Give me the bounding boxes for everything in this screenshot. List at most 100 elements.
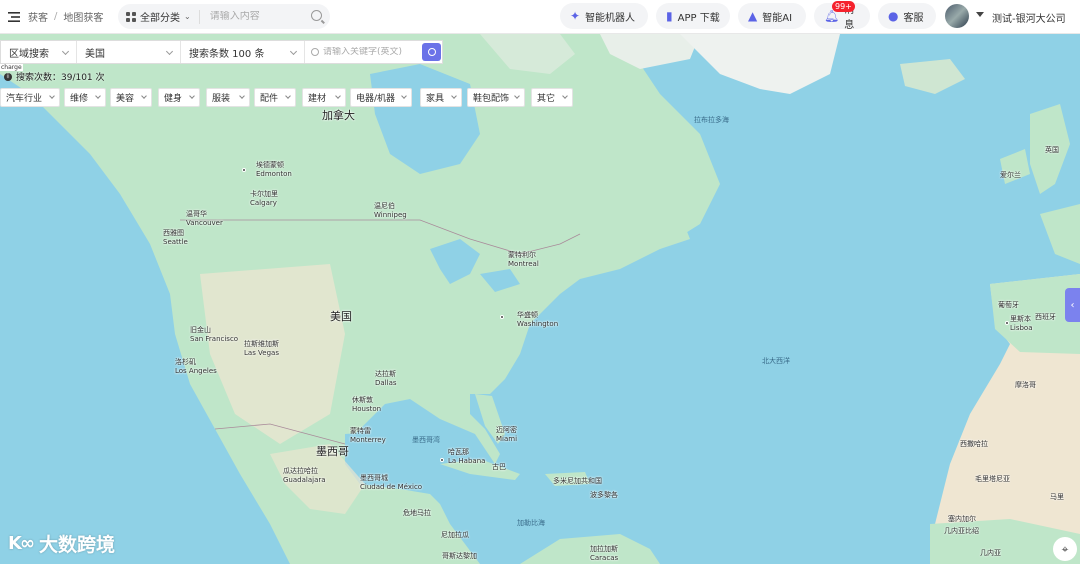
- city-marker[interactable]: [440, 458, 444, 462]
- map-label-country: 马里: [1050, 493, 1064, 501]
- brand-watermark-text: 大数跨境: [38, 534, 115, 556]
- global-search-input[interactable]: [199, 11, 310, 22]
- map-label-city: 洛杉矶 Los Angeles: [175, 358, 217, 375]
- map-label-city: 哈瓦那 La Habana: [448, 448, 486, 465]
- filter-chip[interactable]: 家具: [420, 88, 462, 107]
- search-icon[interactable]: [311, 10, 322, 21]
- filter-chip-label: 服装: [212, 94, 231, 104]
- filter-chip[interactable]: 配件: [254, 88, 296, 107]
- customer-service-button[interactable]: ● 客服: [878, 3, 936, 29]
- filter-chip-label: 配件: [260, 94, 279, 104]
- chevron-down-icon: [451, 93, 457, 99]
- app-download-button[interactable]: ▮ APP 下载: [656, 3, 730, 29]
- filter-chip[interactable]: 电器/机器: [350, 88, 412, 107]
- filter-chip-label: 其它: [537, 94, 556, 104]
- chevron-down-icon: [49, 93, 55, 99]
- filter-chip[interactable]: 其它: [531, 88, 573, 107]
- chevron-down-icon: [61, 47, 70, 56]
- city-marker[interactable]: [242, 168, 246, 172]
- category-select[interactable]: 全部分类 ⌄: [118, 9, 200, 24]
- filter-chip-label: 汽车行业: [6, 94, 43, 104]
- customer-service-label: 客服: [903, 12, 924, 24]
- chevron-down-icon: [335, 93, 341, 99]
- map-label-country: 美国: [330, 310, 352, 323]
- map-label-sea: 加勒比海: [517, 519, 545, 527]
- keyword-input[interactable]: [305, 47, 421, 57]
- map-label-country: 塞内加尔: [948, 515, 976, 523]
- search-button[interactable]: [422, 43, 441, 61]
- map-label-country: 墨西哥: [316, 445, 349, 458]
- filter-chip[interactable]: 维修: [64, 88, 106, 107]
- map-label-city: 瓜达拉哈拉 Guadalajara: [283, 467, 326, 484]
- avatar[interactable]: [945, 4, 969, 28]
- smart-robot-label: 智能机器人: [585, 12, 636, 24]
- filter-chip-label: 美容: [116, 94, 135, 104]
- search-count-info: i 搜索次数：39/101 次: [4, 70, 105, 83]
- category-select-label: 全部分类: [140, 13, 180, 24]
- map-land-shapes: [0, 34, 1080, 564]
- menu-toggle-icon[interactable]: [2, 0, 26, 34]
- breadcrumb-item-acquire[interactable]: 获客: [28, 9, 48, 24]
- city-marker[interactable]: [1005, 321, 1009, 325]
- filter-chip-label: 鞋包配饰: [473, 94, 510, 104]
- map-label-sea: 墨西哥湾: [412, 436, 440, 444]
- map-label-country: 危地马拉: [403, 509, 431, 517]
- filter-chip[interactable]: 鞋包配饰: [467, 88, 525, 107]
- smart-ai-button[interactable]: ▲ 智能AI: [738, 3, 806, 29]
- brand-watermark: K∞ 大数跨境: [8, 530, 115, 557]
- map-search-bar: 区域搜索 美国 搜索条数 100 条: [0, 40, 443, 64]
- map-label-country: 爱尔兰: [1000, 171, 1021, 179]
- filter-chip-label: 电器/机器: [356, 94, 396, 104]
- map-label-city: 华盛顿 Washington: [517, 311, 559, 328]
- chevron-down-icon: [562, 93, 568, 99]
- chevron-down-icon[interactable]: [976, 12, 984, 17]
- smart-robot-button[interactable]: ✦ 智能机器人: [560, 3, 648, 29]
- result-limit-select[interactable]: 搜索条数 100 条: [181, 41, 305, 63]
- result-limit-value: 搜索条数 100 条: [189, 48, 265, 60]
- map-label-sea: 北大西洋: [762, 357, 790, 365]
- map-label-city: 旧金山 San Francisco: [190, 326, 239, 343]
- message-count-badge: 99+: [832, 1, 855, 12]
- filter-chip[interactable]: 健身: [158, 88, 200, 107]
- map-label-city: 卡尔加里 Calgary: [250, 190, 278, 207]
- phone-icon: ▮: [666, 9, 673, 23]
- map-label-city: 拉斯维加斯 Las Vegas: [244, 340, 279, 357]
- map-canvas[interactable]: 加拿大 美国 墨西哥 古巴 英国 爱尔兰 葡萄牙 西班牙 摩洛哥 西撒哈拉 毛里…: [0, 34, 1080, 564]
- map-label-country: 几内亚: [980, 549, 1001, 557]
- smart-ai-label: 智能AI: [762, 12, 793, 24]
- user-name[interactable]: 测试-银河大公司: [992, 10, 1066, 25]
- search-mode-select[interactable]: 区域搜索: [1, 41, 77, 63]
- global-search: 全部分类 ⌄: [118, 4, 330, 29]
- side-panel-toggle[interactable]: ‹: [1065, 288, 1080, 322]
- region-value: 美国: [85, 48, 105, 60]
- chevron-down-icon: [401, 93, 407, 99]
- filter-chip-label: 健身: [164, 94, 183, 104]
- map-label-city: 墨西哥城 Ciudad de México: [360, 474, 423, 491]
- search-count-text: 搜索次数：39/101 次: [16, 73, 105, 83]
- search-mode-value: 区域搜索: [9, 48, 49, 60]
- map-label-city: 里斯本 Lisboa: [1010, 315, 1033, 332]
- filter-chip-label: 家具: [426, 94, 445, 104]
- filter-chip[interactable]: 建材: [302, 88, 346, 107]
- locate-icon[interactable]: ⌖: [1053, 537, 1077, 561]
- messages-button[interactable]: 🔔︎ 99+ 消息: [814, 1, 870, 31]
- map-label-country: 波多黎各: [590, 491, 618, 499]
- sparkle-icon: ✦: [570, 9, 581, 23]
- ai-logo-icon: ▲: [748, 9, 758, 23]
- city-marker[interactable]: [500, 315, 504, 319]
- chevron-down-icon: ⌄: [184, 12, 191, 21]
- chevron-down-icon: [141, 93, 147, 99]
- filter-chip[interactable]: 汽车行业: [0, 88, 60, 107]
- brand-logo-icon: K∞: [8, 533, 35, 554]
- breadcrumb: 获客 / 地图获客: [28, 9, 103, 24]
- grid-icon: [126, 11, 136, 22]
- chevron-down-icon: [95, 93, 101, 99]
- breadcrumb-item-map: 地图获客: [63, 13, 104, 24]
- filter-chip[interactable]: 美容: [110, 88, 152, 107]
- map-label-city: 温尼伯 Winnipeg: [374, 202, 407, 219]
- filter-chip[interactable]: 服装: [206, 88, 250, 107]
- chat-icon: ●: [888, 9, 899, 23]
- map-label-city: 加拉加斯 Caracas: [590, 545, 619, 562]
- map-label-country: 摩洛哥: [1015, 381, 1036, 389]
- region-select[interactable]: 美国: [77, 41, 181, 63]
